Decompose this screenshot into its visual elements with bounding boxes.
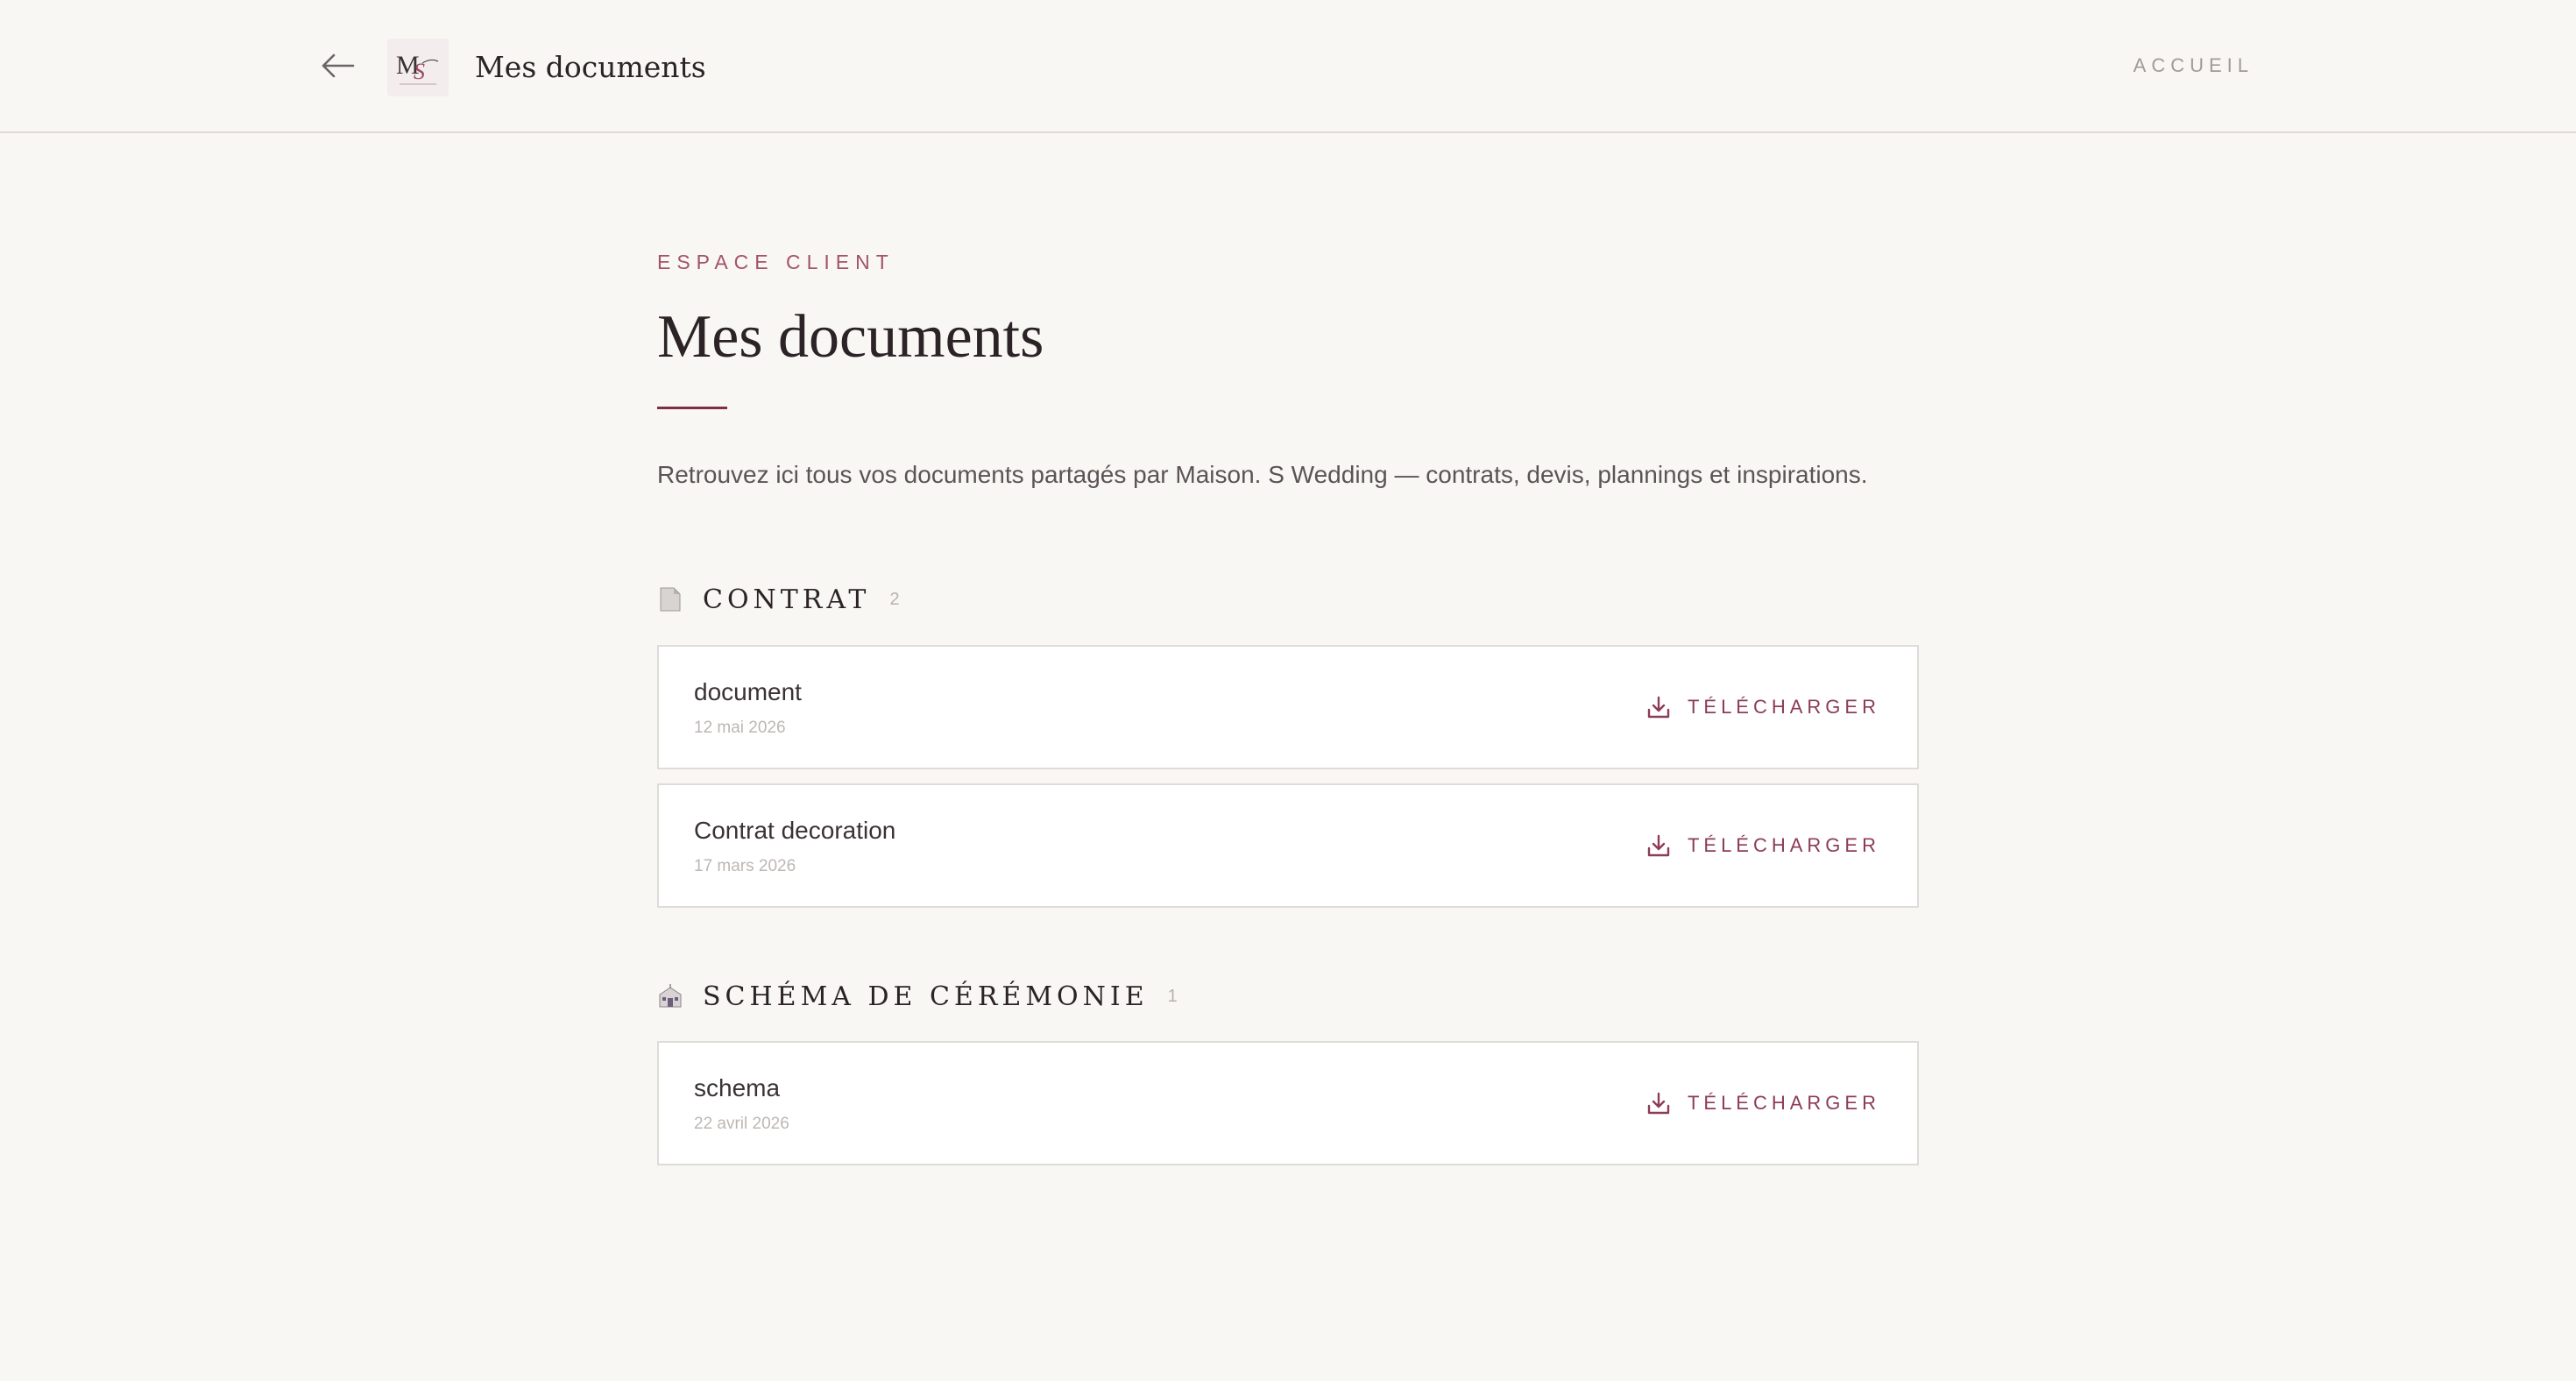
page-title: Mes documents (657, 303, 1044, 371)
download-icon (1645, 832, 1672, 859)
download-label: TÉLÉCHARGER (1687, 1092, 1880, 1114)
document-date: 17 mars 2026 (694, 857, 796, 875)
download-icon (1645, 1090, 1672, 1116)
arrow-left-icon (320, 52, 355, 84)
intro-text: Retrouvez ici tous vos documents partagé… (657, 461, 1868, 488)
download-button[interactable]: TÉLÉCHARGER (1645, 831, 1880, 860)
section-header-contrat: CONTRAT 2 (657, 580, 900, 619)
document-card: Contrat decoration 17 mars 2026 TÉLÉCHAR… (657, 783, 1919, 908)
section-title: SCHÉMA DE CÉRÉMONIE (703, 981, 1149, 1012)
download-button[interactable]: TÉLÉCHARGER (1645, 1088, 1880, 1118)
document-icon (657, 586, 683, 613)
document-date: 12 mai 2026 (694, 719, 786, 737)
section-eyebrow: ESPACE CLIENT (657, 251, 895, 273)
document-name: schema (694, 1074, 781, 1101)
section-count: 1 (1167, 986, 1178, 1006)
document-date: 22 avril 2026 (694, 1115, 789, 1133)
document-card: document 12 mai 2026 TÉLÉCHARGER (657, 645, 1919, 769)
top-bar: M S Mes documents ACCUEIL (0, 0, 2576, 133)
section-count: 2 (889, 589, 900, 609)
document-name: Contrat decoration (694, 817, 896, 844)
brand-logo[interactable]: M S (387, 39, 449, 96)
section-header-schema: SCHÉMA DE CÉRÉMONIE 1 (657, 977, 1178, 1016)
download-button[interactable]: TÉLÉCHARGER (1645, 692, 1880, 722)
document-card: schema 22 avril 2026 TÉLÉCHARGER (657, 1041, 1919, 1165)
download-label: TÉLÉCHARGER (1687, 834, 1880, 856)
chapel-icon (657, 983, 683, 1009)
title-divider (657, 407, 727, 409)
section-title: CONTRAT (703, 584, 871, 615)
header-title: Mes documents (475, 50, 706, 84)
nav-home-link[interactable]: ACCUEIL (2134, 53, 2254, 79)
document-name: document (694, 678, 802, 705)
download-icon (1645, 694, 1672, 720)
download-label: TÉLÉCHARGER (1687, 696, 1880, 718)
back-button[interactable] (317, 47, 357, 88)
